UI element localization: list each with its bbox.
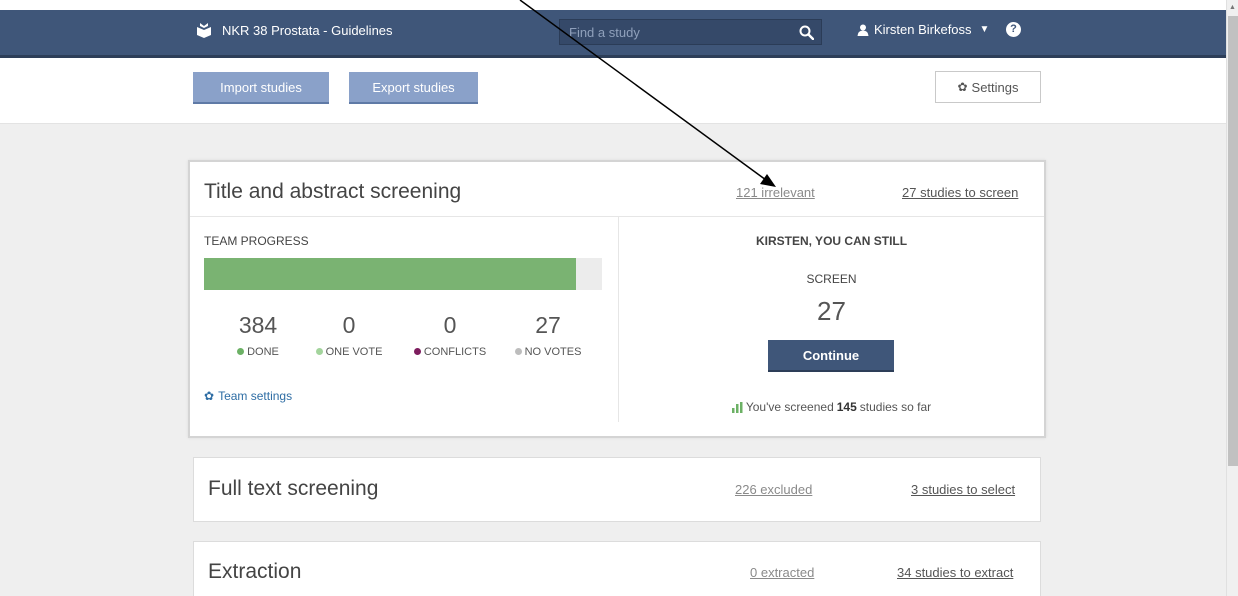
screened-count: 145 [836, 400, 857, 414]
team-progress-label: TEAM PROGRESS [204, 234, 309, 248]
search-input[interactable] [560, 20, 791, 44]
gear-icon: ✿ [204, 389, 215, 403]
full-text-card: Full text screening 226 excluded 3 studi… [193, 457, 1041, 522]
extracted-link[interactable]: 0 extracted [750, 565, 814, 580]
gear-icon: ✿ [957, 80, 968, 94]
stat-conflicts-label: CONFLICTS [400, 346, 500, 358]
stat-done-count: 384 [238, 312, 278, 338]
project-brand[interactable]: NKR 38 Prostata - Guidelines [196, 22, 393, 38]
studies-to-screen-link[interactable]: 27 studies to screen [902, 185, 1018, 200]
user-icon [857, 24, 869, 36]
card-title: Full text screening [208, 477, 379, 500]
help-icon[interactable]: ? [1006, 22, 1021, 37]
search-box [559, 19, 822, 45]
navbar-top-gap [0, 0, 1226, 10]
search-icon[interactable] [791, 25, 821, 40]
screen-action-label: SCREEN [806, 272, 857, 286]
card-divider [190, 216, 1044, 217]
user-name: Kirsten Birkefoss [874, 22, 972, 37]
bar-chart-icon [731, 401, 743, 413]
team-progress-bar [204, 258, 602, 290]
stat-done-label: DONE [208, 346, 308, 358]
stat-no-votes-count: 27 [535, 312, 561, 338]
stat-conflicts-text: CONFLICTS [423, 346, 487, 358]
studies-to-select-link[interactable]: 3 studies to select [911, 482, 1015, 497]
stat-no-votes-label: NO VOTES [498, 346, 598, 358]
export-studies-button[interactable]: Export studies [349, 72, 478, 104]
main-content: Title and abstract screening 121 irrelev… [0, 124, 1226, 596]
title-abstract-card: Title and abstract screening 121 irrelev… [188, 160, 1046, 438]
chevron-down-icon: ▼ [979, 24, 990, 35]
stat-conflicts-count: 0 [443, 312, 457, 338]
project-title: NKR 38 Prostata - Guidelines [222, 22, 393, 38]
done-dot-icon [237, 348, 245, 355]
card-title: Title and abstract screening [204, 180, 462, 203]
stat-one-vote-count: 0 [342, 312, 356, 338]
team-progress-fill [204, 258, 576, 290]
screen-prompt-heading: KIRSTEN, YOU CAN STILL [755, 234, 908, 248]
team-settings-link[interactable]: ✿ Team settings [204, 389, 292, 403]
team-settings-label: Team settings [218, 389, 293, 403]
page-scrollbar[interactable]: ▲ [1226, 0, 1238, 596]
toolbar: Import studies Export studies ✿ Settings [0, 58, 1226, 124]
excluded-link[interactable]: 226 excluded [735, 482, 812, 497]
extraction-card: Extraction 0 extracted 34 studies to ext… [193, 541, 1041, 596]
scrollbar-thumb[interactable] [1228, 16, 1238, 466]
scroll-up-icon[interactable]: ▲ [1229, 4, 1236, 11]
top-navbar: NKR 38 Prostata - Guidelines Kirsten Bir… [0, 0, 1226, 58]
continue-button[interactable]: Continue [768, 340, 894, 372]
card-title: Extraction [208, 560, 302, 583]
screened-summary: You've screened 145 studies so far [619, 400, 1044, 414]
user-menu[interactable]: Kirsten Birkefoss ▼ [857, 22, 989, 37]
stat-done-text: DONE [247, 346, 279, 358]
settings-button[interactable]: ✿ Settings [935, 71, 1041, 103]
irrelevant-link[interactable]: 121 irrelevant [736, 185, 815, 200]
studies-to-extract-link[interactable]: 34 studies to extract [897, 565, 1013, 580]
no-votes-dot-icon [514, 348, 522, 355]
screen-remaining-count: 27 [817, 296, 846, 326]
project-logo-icon [197, 23, 211, 38]
one-vote-dot-icon [315, 348, 323, 355]
screened-suffix: studies so far [859, 400, 932, 414]
stat-no-votes-text: NO VOTES [524, 346, 582, 358]
conflicts-dot-icon [413, 348, 421, 355]
screened-prefix: You've screened [745, 400, 834, 414]
settings-label: Settings [971, 79, 1019, 95]
stat-one-vote-label: ONE VOTE [299, 346, 399, 358]
import-studies-button[interactable]: Import studies [193, 72, 329, 104]
stat-one-vote-text: ONE VOTE [325, 346, 383, 358]
